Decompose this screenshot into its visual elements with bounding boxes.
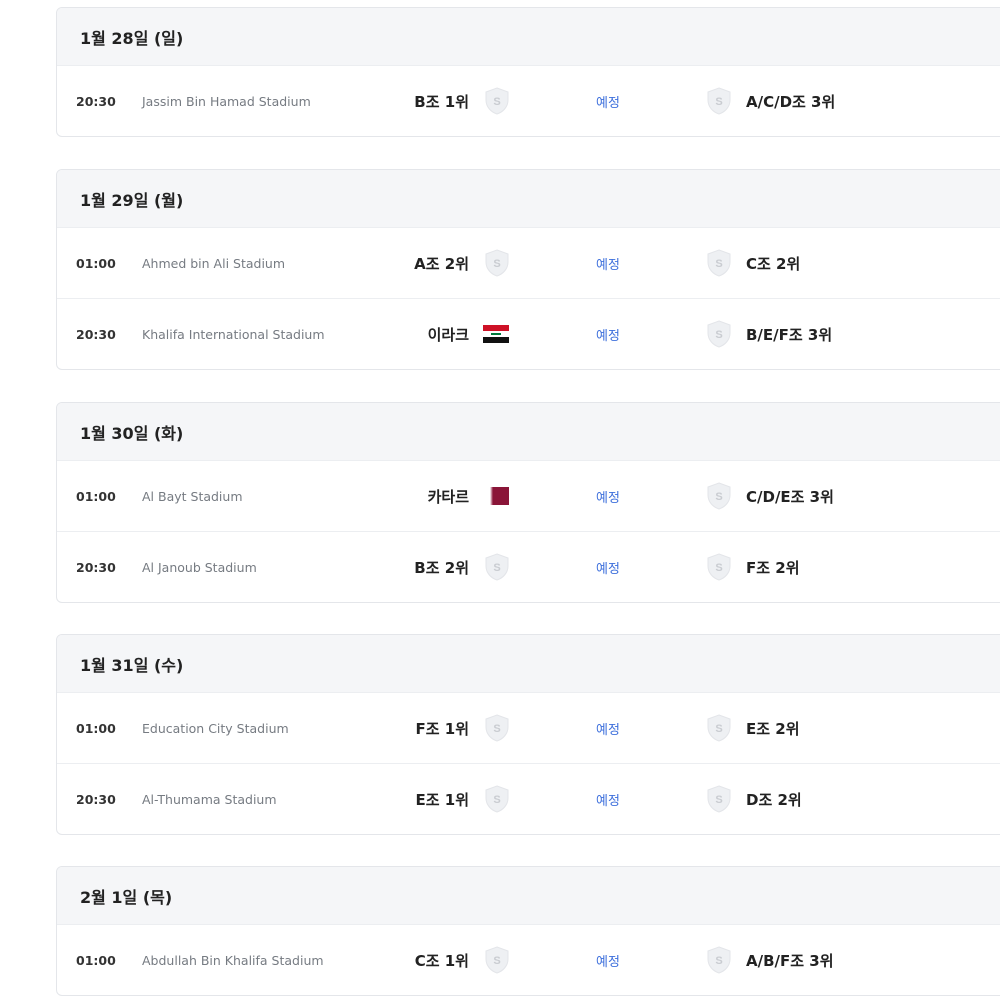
- match-stadium: Ahmed bin Ali Stadium: [142, 255, 286, 271]
- shield-placeholder-icon: S: [705, 925, 733, 995]
- away-team-name[interactable]: A/C/D조 3위: [746, 66, 835, 136]
- svg-text:S: S: [493, 258, 500, 270]
- home-team-name[interactable]: 이라크: [428, 299, 469, 369]
- home-team-name[interactable]: C조 1위: [415, 925, 469, 995]
- away-team-name[interactable]: C/D/E조 3위: [746, 461, 834, 531]
- away-team-name[interactable]: E조 2위: [746, 693, 800, 763]
- match-row[interactable]: 20:30 Al Janoub Stadium B조 2위 S 예정 S F조 …: [57, 532, 1000, 602]
- svg-text:S: S: [715, 794, 722, 806]
- match-status-link[interactable]: 예정: [596, 461, 620, 531]
- svg-text:S: S: [715, 258, 722, 270]
- match-time: 20:30: [76, 559, 116, 575]
- home-team-name[interactable]: E조 1위: [415, 764, 469, 834]
- day-card: 2월 1일 (목) 01:00 Abdullah Bin Khalifa Sta…: [56, 866, 1000, 996]
- svg-text:S: S: [715, 723, 722, 735]
- home-team-name[interactable]: B조 2위: [414, 532, 469, 602]
- shield-placeholder-icon: S: [705, 228, 733, 298]
- home-team-name[interactable]: A조 2위: [414, 228, 469, 298]
- match-row[interactable]: 01:00 Ahmed bin Ali Stadium A조 2위 S 예정 S…: [57, 228, 1000, 299]
- svg-text:S: S: [493, 723, 500, 735]
- shield-placeholder-icon: S: [705, 461, 733, 531]
- qatar-flag-icon: [483, 461, 509, 531]
- away-team-name[interactable]: D조 2위: [746, 764, 802, 834]
- match-stadium: Jassim Bin Hamad Stadium: [142, 93, 311, 109]
- away-team-name[interactable]: B/E/F조 3위: [746, 299, 832, 369]
- match-stadium: Khalifa International Stadium: [142, 326, 325, 342]
- svg-text:S: S: [493, 562, 500, 574]
- match-time: 20:30: [76, 93, 116, 109]
- match-time: 01:00: [76, 488, 116, 504]
- shield-placeholder-icon: S: [705, 532, 733, 602]
- day-date-header: 1월 29일 (월): [57, 170, 1000, 228]
- shield-placeholder-icon: S: [483, 764, 511, 834]
- day-date-header: 1월 28일 (일): [57, 8, 1000, 66]
- home-team-name[interactable]: 카타르: [428, 461, 469, 531]
- match-status-link[interactable]: 예정: [596, 925, 620, 995]
- match-row[interactable]: 01:00 Education City Stadium F조 1위 S 예정 …: [57, 693, 1000, 764]
- match-row[interactable]: 20:30 Jassim Bin Hamad Stadium B조 1위 S 예…: [57, 66, 1000, 136]
- match-time: 01:00: [76, 952, 116, 968]
- match-row[interactable]: 20:30 Khalifa International Stadium 이라크 …: [57, 299, 1000, 369]
- away-team-name[interactable]: A/B/F조 3위: [746, 925, 834, 995]
- match-status-link[interactable]: 예정: [596, 228, 620, 298]
- svg-text:S: S: [493, 96, 500, 108]
- svg-text:S: S: [715, 491, 722, 503]
- shield-placeholder-icon: S: [705, 299, 733, 369]
- day-date-header: 1월 30일 (화): [57, 403, 1000, 461]
- day-date-header: 1월 31일 (수): [57, 635, 1000, 693]
- away-team-name[interactable]: C조 2위: [746, 228, 800, 298]
- match-status-link[interactable]: 예정: [596, 66, 620, 136]
- match-status-link[interactable]: 예정: [596, 299, 620, 369]
- day-card: 1월 28일 (일) 20:30 Jassim Bin Hamad Stadiu…: [56, 7, 1000, 137]
- svg-text:S: S: [493, 794, 500, 806]
- match-stadium: Al-Thumama Stadium: [142, 791, 277, 807]
- svg-text:S: S: [493, 955, 500, 967]
- shield-placeholder-icon: S: [483, 228, 511, 298]
- svg-text:S: S: [715, 562, 722, 574]
- match-stadium: Education City Stadium: [142, 720, 289, 736]
- match-time: 01:00: [76, 720, 116, 736]
- match-time: 20:30: [76, 791, 116, 807]
- match-row[interactable]: 20:30 Al-Thumama Stadium E조 1위 S 예정 S D조…: [57, 764, 1000, 834]
- match-stadium: Al Bayt Stadium: [142, 488, 243, 504]
- svg-text:S: S: [715, 329, 722, 341]
- shield-placeholder-icon: S: [705, 764, 733, 834]
- match-stadium: Abdullah Bin Khalifa Stadium: [142, 952, 324, 968]
- match-row[interactable]: 01:00 Abdullah Bin Khalifa Stadium C조 1위…: [57, 925, 1000, 995]
- shield-placeholder-icon: S: [705, 66, 733, 136]
- svg-text:S: S: [715, 955, 722, 967]
- iraq-flag-icon: [483, 299, 509, 369]
- match-time: 01:00: [76, 255, 116, 271]
- shield-placeholder-icon: S: [705, 693, 733, 763]
- day-card: 1월 30일 (화) 01:00 Al Bayt Stadium 카타르 예정 …: [56, 402, 1000, 603]
- away-team-name[interactable]: F조 2위: [746, 532, 800, 602]
- day-card: 1월 29일 (월) 01:00 Ahmed bin Ali Stadium A…: [56, 169, 1000, 370]
- home-team-name[interactable]: B조 1위: [414, 66, 469, 136]
- shield-placeholder-icon: S: [483, 66, 511, 136]
- home-team-name[interactable]: F조 1위: [415, 693, 469, 763]
- match-row[interactable]: 01:00 Al Bayt Stadium 카타르 예정 S C/D/E조 3위: [57, 461, 1000, 532]
- match-stadium: Al Janoub Stadium: [142, 559, 257, 575]
- match-time: 20:30: [76, 326, 116, 342]
- match-status-link[interactable]: 예정: [596, 693, 620, 763]
- svg-text:S: S: [715, 96, 722, 108]
- match-status-link[interactable]: 예정: [596, 532, 620, 602]
- day-date-header: 2월 1일 (목): [57, 867, 1000, 925]
- day-card: 1월 31일 (수) 01:00 Education City Stadium …: [56, 634, 1000, 835]
- shield-placeholder-icon: S: [483, 532, 511, 602]
- shield-placeholder-icon: S: [483, 693, 511, 763]
- shield-placeholder-icon: S: [483, 925, 511, 995]
- match-status-link[interactable]: 예정: [596, 764, 620, 834]
